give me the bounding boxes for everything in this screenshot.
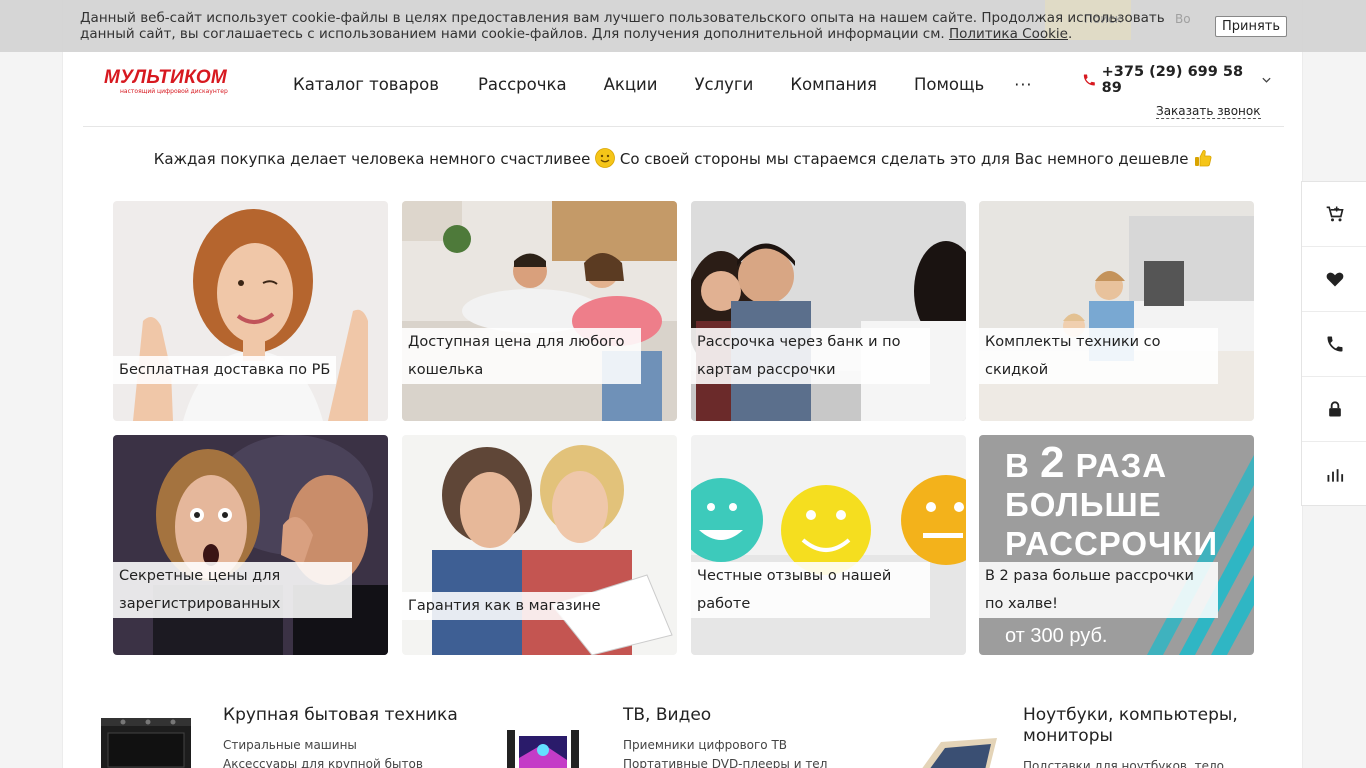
promo-line1a: В xyxy=(1005,447,1040,484)
cookie-accept-button[interactable]: Принять xyxy=(1215,16,1287,37)
callback-link[interactable]: Заказать звонок xyxy=(1156,104,1261,119)
promo-line3: РАССРОЧКИ xyxy=(1005,525,1219,562)
logo-tagline: настоящий цифровой дискаунтер xyxy=(120,88,228,95)
logo-name: МУЛЬТИКОМ xyxy=(104,67,228,88)
contact-block: +375 (29) 699 58 89 Заказать звонок xyxy=(1082,64,1272,119)
tile-caption: Бесплатная доставка по РБ xyxy=(113,356,337,384)
tile-installments[interactable]: Рассрочка через банк и по картам рассроч… xyxy=(691,201,966,421)
nav-help[interactable]: Помощь xyxy=(914,75,984,94)
cart-button[interactable] xyxy=(1302,182,1366,247)
promo-line1c: РАЗА xyxy=(1065,447,1168,484)
nav-services[interactable]: Услуги xyxy=(695,75,754,94)
category-link[interactable]: Приемники цифрового ТВ xyxy=(623,738,787,752)
woman-winking-image xyxy=(113,201,388,421)
tile-bundles[interactable]: Комплекты техники со скидкой xyxy=(979,201,1254,421)
phone-icon xyxy=(1327,336,1342,352)
cart-icon xyxy=(1326,206,1344,222)
nav-promotions[interactable]: Акции xyxy=(604,75,658,94)
promo-headline: В 2 РАЗА БОЛЬШЕ РАССРОЧКИ xyxy=(1005,441,1219,563)
header-divider xyxy=(83,126,1284,127)
cookie-banner: Поиск Во Данный веб-сайт использует cook… xyxy=(0,0,1366,52)
cookie-text: Данный веб-сайт использует cookie-файлы … xyxy=(80,10,1200,42)
thumbs-up-emoji-icon xyxy=(1195,150,1212,167)
slogan-part2: Со своей стороны мы стараемся сделать эт… xyxy=(619,150,1189,168)
tile-caption: Гарантия как в магазине xyxy=(402,592,607,620)
phone-dropdown[interactable]: +375 (29) 699 58 89 xyxy=(1082,64,1272,96)
tile-free-delivery[interactable]: Бесплатная доставка по РБ xyxy=(113,201,388,421)
couple-on-floor-image xyxy=(402,201,677,421)
favorites-button[interactable] xyxy=(1302,247,1366,312)
nav-installments[interactable]: Рассрочка xyxy=(478,75,567,94)
category-link[interactable]: Стиральные машины xyxy=(223,738,357,752)
laptop-image xyxy=(922,738,997,768)
category-laptops[interactable]: Ноутбуки, компьютеры, мониторы Подставки… xyxy=(893,700,1273,768)
tile-halva-promo[interactable]: В 2 РАЗА БОЛЬШЕ РАССРОЧКИ от 300 руб. В … xyxy=(979,435,1254,655)
category-link[interactable]: Портативные DVD-плееры и тел xyxy=(623,757,827,768)
whispering-people-image xyxy=(113,435,388,655)
category-link[interactable]: Подставки для ноутбуков, тело xyxy=(1023,759,1224,768)
lock-icon xyxy=(1328,401,1341,417)
main-nav: Каталог товаров Рассрочка Акции Услуги К… xyxy=(293,72,1033,96)
tile-affordable-price[interactable]: Доступная цена для любого кошелька xyxy=(402,201,677,421)
page-container: МУЛЬТИКОМ настоящий цифровой дискаунтер … xyxy=(62,0,1303,768)
smile-emoji-icon xyxy=(595,148,615,168)
nav-company[interactable]: Компания xyxy=(790,75,877,94)
tile-caption: Рассрочка через банк и по картам рассроч… xyxy=(691,328,930,384)
slogan: Каждая покупка делает человека немного с… xyxy=(63,148,1304,168)
tv-speakers-image xyxy=(507,730,579,768)
phone-number: +375 (29) 699 58 89 xyxy=(1101,64,1244,96)
category-title[interactable]: Крупная бытовая техника xyxy=(223,705,463,726)
heart-icon xyxy=(1326,272,1343,287)
tile-warranty[interactable]: Гарантия как в магазине xyxy=(402,435,677,655)
nav-more-button[interactable]: ··· xyxy=(1014,75,1032,94)
promo-line1b: 2 xyxy=(1040,438,1066,487)
call-button[interactable] xyxy=(1302,312,1366,377)
compare-button[interactable] xyxy=(1302,442,1366,507)
tile-honest-reviews[interactable]: Честные отзывы о нашей работе xyxy=(691,435,966,655)
promo-line2: БОЛЬШЕ xyxy=(1005,486,1162,523)
kitchen-family-image xyxy=(979,201,1254,421)
tile-caption: Секретные цены для зарегистрированных xyxy=(113,562,352,618)
category-tv-video[interactable]: ТВ, Видео Приемники цифрового ТВ Портати… xyxy=(493,700,873,768)
bank-meeting-image xyxy=(691,201,966,421)
category-link[interactable]: Аксессуары для крупной бытов xyxy=(223,757,423,768)
category-large-appliances[interactable]: Крупная бытовая техника Стиральные машин… xyxy=(93,700,473,768)
logo[interactable]: МУЛЬТИКОМ настоящий цифровой дискаунтер xyxy=(104,68,240,98)
category-title[interactable]: Ноутбуки, компьютеры, мониторы xyxy=(1023,705,1263,747)
two-women-documents-image xyxy=(402,435,677,655)
phone-icon xyxy=(1083,74,1095,86)
promo-sub: от 300 руб. xyxy=(1005,625,1108,647)
chevron-down-icon xyxy=(1262,77,1271,83)
cookie-link-suffix: . xyxy=(1067,26,1073,42)
login-button[interactable] xyxy=(1302,377,1366,442)
cookie-policy-link[interactable]: Политика Cookie xyxy=(949,26,1068,42)
category-title[interactable]: ТВ, Видео xyxy=(623,705,863,726)
tile-caption: Комплекты техники со скидкой xyxy=(979,328,1218,384)
compare-icon xyxy=(1327,468,1343,482)
quick-actions-sidebar xyxy=(1301,181,1366,506)
slogan-part1: Каждая покупка делает человека немного с… xyxy=(153,150,591,168)
tile-caption: В 2 раза больше рассрочки по халве! xyxy=(979,562,1218,618)
tile-caption: Честные отзывы о нашей работе xyxy=(691,562,930,618)
oven-image xyxy=(101,718,191,768)
nav-catalog[interactable]: Каталог товаров xyxy=(293,75,439,94)
tile-secret-prices[interactable]: Секретные цены для зарегистрированных xyxy=(113,435,388,655)
smiley-faces-image xyxy=(691,435,966,655)
tile-caption: Доступная цена для любого кошелька xyxy=(402,328,641,384)
category-list: Крупная бытовая техника Стиральные машин… xyxy=(63,700,1304,768)
